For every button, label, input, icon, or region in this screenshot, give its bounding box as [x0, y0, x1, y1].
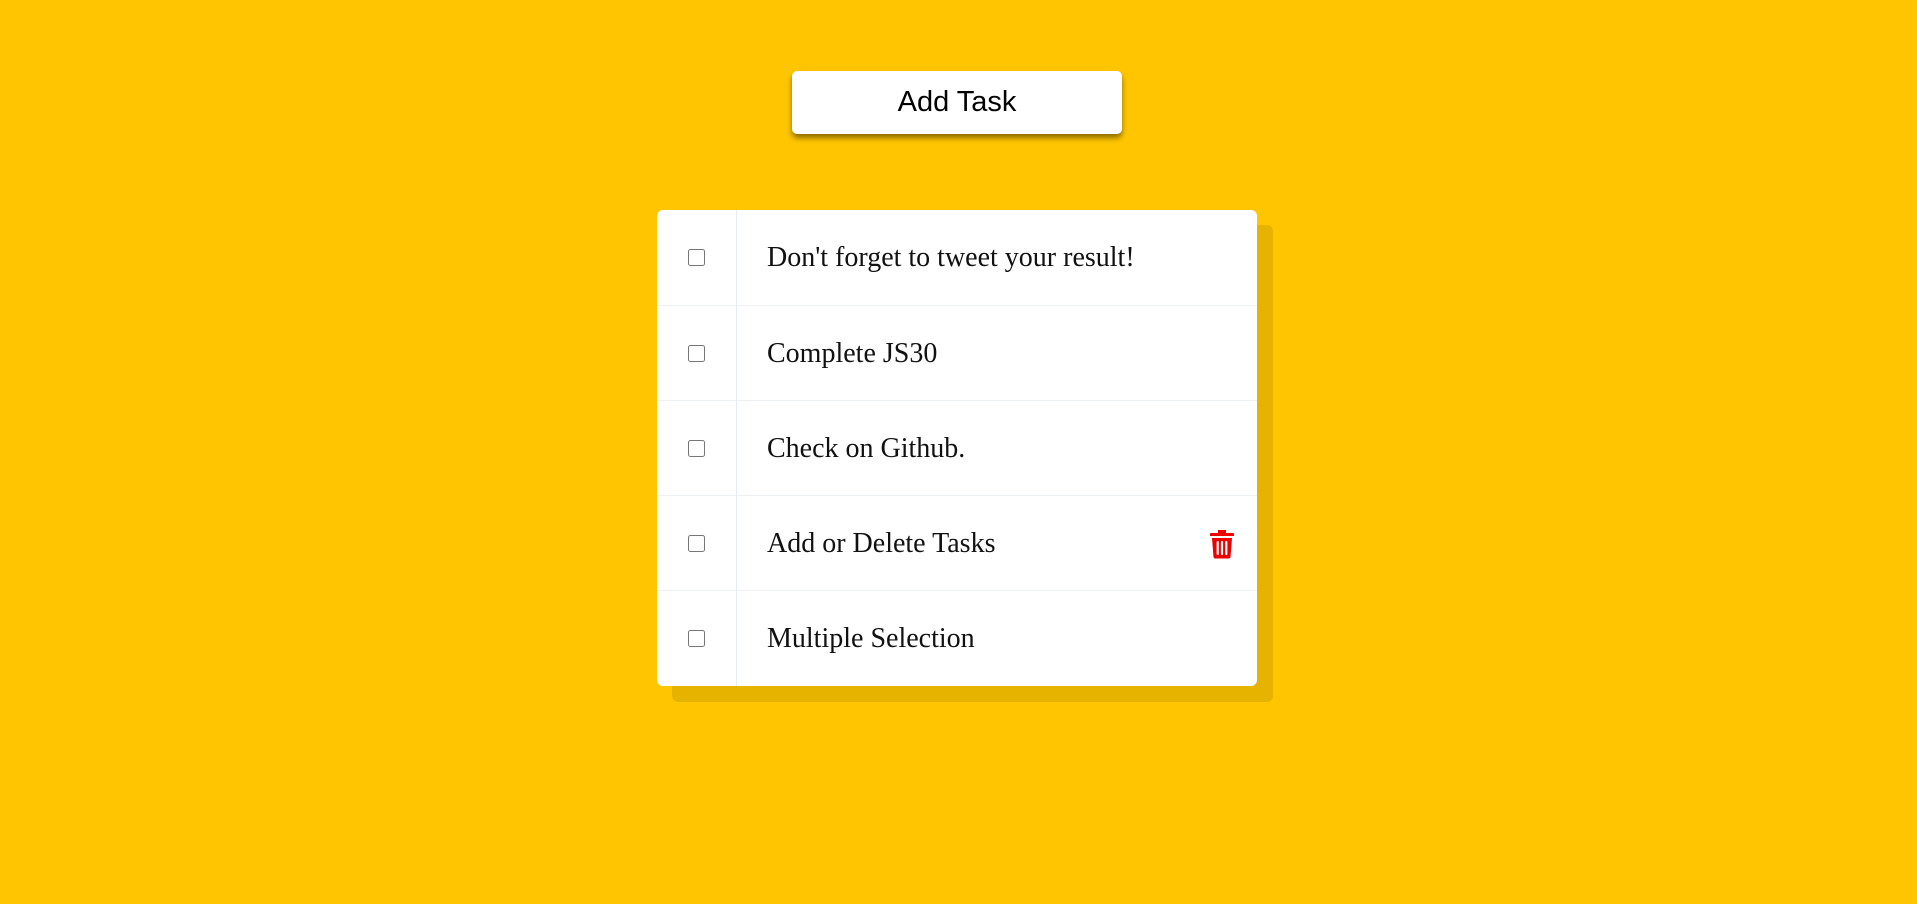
- task-item[interactable]: Don't forget to tweet your result!: [657, 210, 1257, 305]
- add-task-button[interactable]: Add Task: [792, 71, 1122, 134]
- task-label: Don't forget to tweet your result!: [767, 241, 1135, 273]
- task-list: Don't forget to tweet your result! Compl…: [657, 210, 1257, 686]
- task-checkbox-cell: [657, 210, 736, 305]
- task-label: Check on Github.: [767, 432, 966, 464]
- task-checkbox-cell: [657, 496, 736, 591]
- task-item[interactable]: Check on Github.: [657, 400, 1257, 496]
- task-label: Add or Delete Tasks: [767, 527, 996, 559]
- task-checkbox[interactable]: [688, 249, 705, 266]
- task-checkbox-cell: [657, 401, 736, 496]
- trash-icon[interactable]: [1208, 528, 1236, 560]
- task-label: Complete JS30: [767, 337, 938, 369]
- task-checkbox[interactable]: [688, 630, 705, 647]
- task-label: Multiple Selection: [767, 622, 975, 654]
- task-checkbox-cell: [657, 591, 736, 686]
- task-checkbox[interactable]: [688, 345, 705, 362]
- task-item[interactable]: Add or Delete Tasks: [657, 495, 1257, 591]
- task-checkbox[interactable]: [688, 440, 705, 457]
- task-item[interactable]: Complete JS30: [657, 305, 1257, 401]
- task-item[interactable]: Multiple Selection: [657, 590, 1257, 686]
- task-checkbox[interactable]: [688, 535, 705, 552]
- task-checkbox-cell: [657, 306, 736, 401]
